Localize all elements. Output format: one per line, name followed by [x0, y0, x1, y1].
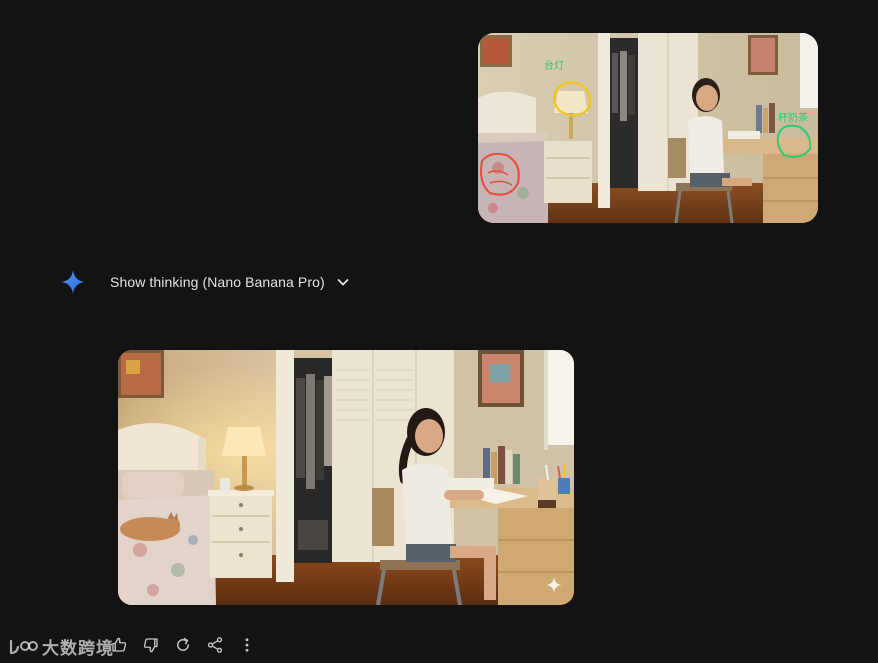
- show-thinking-label: Show thinking (Nano Banana Pro): [110, 274, 325, 290]
- regenerate-button[interactable]: [172, 634, 194, 656]
- thumb-down-icon: [143, 638, 158, 653]
- response-actions: [108, 633, 258, 657]
- thumb-down-button[interactable]: [140, 634, 162, 656]
- generated-image[interactable]: [118, 350, 574, 605]
- show-thinking-toggle[interactable]: Show thinking (Nano Banana Pro): [110, 274, 351, 290]
- more-vert-icon: [245, 638, 249, 652]
- svg-text:杯奶茶: 杯奶茶: [778, 111, 808, 124]
- response-header: Show thinking (Nano Banana Pro): [60, 268, 351, 296]
- more-options-button[interactable]: [236, 634, 258, 656]
- share-icon: [207, 637, 223, 653]
- chevron-down-icon: [337, 279, 349, 286]
- watermark: 大数跨境: [8, 634, 114, 659]
- annotated-bedroom-photo: 台灯 杯奶茶: [478, 33, 818, 223]
- generated-bedroom-photo: [118, 350, 574, 605]
- svg-text:台灯: 台灯: [544, 59, 564, 72]
- chat-page: 台灯 杯奶茶 Show thinking (Nano Banana Pro) 大…: [0, 0, 878, 663]
- share-button[interactable]: [204, 634, 226, 656]
- regenerate-icon: [177, 637, 189, 651]
- watermark-logo-icon: [9, 639, 38, 654]
- gemini-spark-icon: [61, 270, 85, 294]
- watermark-text: 大数跨境: [42, 639, 114, 658]
- user-uploaded-image[interactable]: 台灯 杯奶茶: [478, 33, 818, 223]
